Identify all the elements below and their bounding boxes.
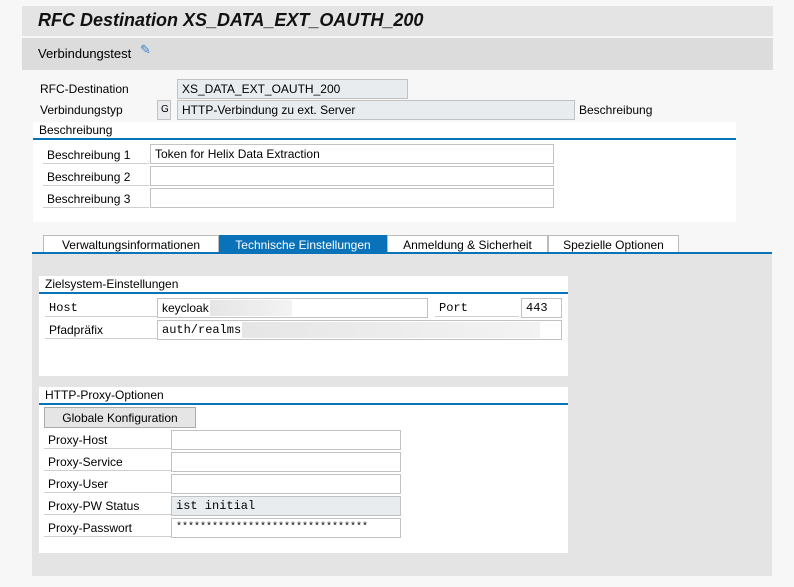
http-proxy-panel: HTTP-Proxy-Optionen Globale Konfiguratio…	[39, 387, 568, 553]
target-system-panel: Zielsystem-Einstellungen Host keycloak P…	[39, 276, 568, 376]
proxy-pw-status-label: Proxy-PW Status	[44, 497, 171, 515]
page-title: RFC Destination XS_DATA_EXT_OAUTH_200	[38, 10, 424, 30]
port-input[interactable]: 443	[521, 298, 562, 318]
path-prefix-label: Pfadpräfix	[45, 321, 157, 339]
rfc-destination-field: XS_DATA_EXT_OAUTH_200	[177, 79, 408, 99]
glasses-pencil-icon[interactable]: ✎	[140, 42, 151, 58]
proxy-user-label: Proxy-User	[44, 475, 171, 493]
global-config-button[interactable]: Globale Konfiguration	[44, 407, 196, 428]
host-label: Host	[45, 299, 157, 317]
connection-type-code[interactable]: G	[157, 100, 171, 120]
description-1-label: Beschreibung 1	[43, 146, 149, 164]
proxy-host-label: Proxy-Host	[44, 431, 171, 449]
description-label: Beschreibung	[579, 103, 653, 117]
rfc-destination-label: RFC-Destination	[40, 82, 129, 96]
proxy-user-input[interactable]	[171, 474, 401, 494]
proxy-password-input[interactable]: ********************************	[171, 518, 401, 538]
http-proxy-title: HTTP-Proxy-Optionen	[39, 387, 568, 405]
tab-technische-einstellungen[interactable]: Technische Einstellungen	[219, 235, 387, 253]
connection-test-button[interactable]: Verbindungstest	[38, 46, 131, 61]
tab-anmeldung-sicherheit[interactable]: Anmeldung & Sicherheit	[387, 235, 548, 253]
description-3-input[interactable]	[150, 188, 554, 208]
redacted-blur	[242, 322, 540, 338]
proxy-pw-status-field: ist initial	[171, 496, 401, 516]
proxy-service-label: Proxy-Service	[44, 453, 171, 471]
tab-verwaltungsinformationen[interactable]: Verwaltungsinformationen	[43, 235, 219, 253]
description-2-input[interactable]	[150, 166, 554, 186]
proxy-service-input[interactable]	[171, 452, 401, 472]
proxy-password-label: Proxy-Passwort	[44, 519, 171, 537]
description-1-input[interactable]: Token for Helix Data Extraction	[150, 144, 554, 164]
description-3-label: Beschreibung 3	[43, 190, 149, 208]
connection-type-field: HTTP-Verbindung zu ext. Server	[177, 100, 575, 120]
connection-type-label: Verbindungstyp	[40, 103, 123, 117]
target-system-title: Zielsystem-Einstellungen	[39, 276, 568, 294]
path-prefix-input[interactable]: auth/realms/	[157, 320, 562, 340]
port-label: Port	[435, 299, 519, 317]
host-input[interactable]: keycloak	[157, 298, 428, 318]
description-panel: Beschreibung Beschreibung 1 Token for He…	[33, 122, 736, 222]
title-bar: RFC Destination XS_DATA_EXT_OAUTH_200	[22, 6, 773, 36]
description-2-label: Beschreibung 2	[43, 168, 149, 186]
redacted-blur	[210, 300, 292, 316]
toolbar: Verbindungstest ✎	[22, 38, 773, 70]
proxy-host-input[interactable]	[171, 430, 401, 450]
tab-spezielle-optionen[interactable]: Spezielle Optionen	[548, 235, 679, 253]
description-title: Beschreibung	[33, 122, 736, 140]
